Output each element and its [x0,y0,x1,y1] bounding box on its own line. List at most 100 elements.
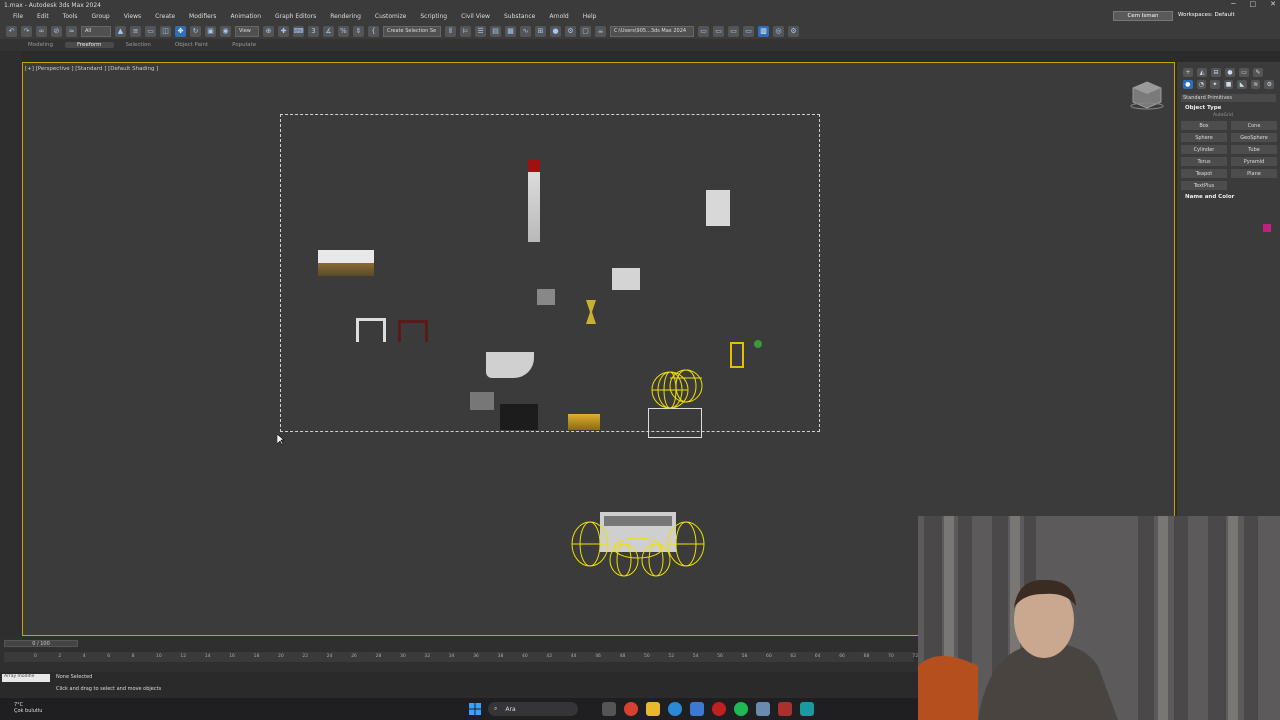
close-button[interactable]: ✕ [1270,0,1276,8]
pivot-center-icon[interactable]: ⊕ [263,25,274,37]
name-and-color-rollout[interactable]: Name and Color [1181,194,1276,200]
select-by-name-icon[interactable]: ≡ [130,25,141,37]
hierarchy-tab-icon[interactable]: ⊟ [1211,68,1221,77]
display-tab-icon[interactable]: ▭ [1239,68,1249,77]
menu-customize[interactable]: Customize [368,13,414,20]
percent-snap-icon[interactable]: % [338,25,349,37]
scene-object-gold-block[interactable] [568,414,600,430]
app-gear-icon[interactable] [778,702,792,716]
scene-object-tall-panel[interactable] [528,160,540,242]
scene-object-red-cap[interactable] [528,160,540,172]
scene-object-grey-box[interactable] [537,289,555,305]
select-scale-icon[interactable]: ▣ [205,25,216,37]
ribbon-tab-selection[interactable]: Selection [114,42,163,48]
select-move-icon[interactable]: ✥ [175,25,186,37]
select-rotate-icon[interactable]: ↻ [190,25,201,37]
autogrid-checkbox[interactable]: AutoGrid [1213,113,1280,118]
geometry-icon[interactable]: ● [1183,80,1193,89]
menu-tools[interactable]: Tools [56,13,85,20]
edge-icon[interactable] [668,702,682,716]
cylinder-button[interactable]: Cylinder [1181,145,1227,154]
mirror-icon[interactable]: ⫴ [445,25,456,37]
scene-object-frame-white[interactable] [356,318,386,342]
edit-named-selection-icon[interactable]: { [368,25,379,37]
scene-object-assembled-room[interactable] [570,508,706,580]
geosphere-button[interactable]: GeoSphere [1231,133,1277,142]
scene-object-grey-block[interactable] [470,392,494,410]
chrome-icon[interactable] [624,702,638,716]
scene-object-frame-red[interactable] [398,320,428,342]
select-place-icon[interactable]: ◉ [220,25,231,37]
minimize-button[interactable]: ─ [1231,0,1235,8]
layout-toggle-icon[interactable]: ▥ [758,25,769,37]
menu-arnold[interactable]: Arnold [542,13,575,20]
app-red-icon[interactable] [712,702,726,716]
material-editor-icon[interactable]: ● [550,25,561,37]
schematic-view-icon[interactable]: ⊞ [535,25,546,37]
curve-editor-icon[interactable]: ∿ [520,25,531,37]
menu-rendering[interactable]: Rendering [323,13,368,20]
windows-start-icon[interactable] [468,702,482,716]
menu-substance[interactable]: Substance [497,13,542,20]
scene-object-bench[interactable] [318,250,374,276]
menu-modifiers[interactable]: Modifiers [182,13,223,20]
project-path-dropdown[interactable]: C:\Users\905...3ds Max 2024 [610,25,694,37]
torus-button[interactable]: Torus [1181,157,1227,166]
plane-button[interactable]: Plane [1231,169,1277,178]
lights-icon[interactable]: ✦ [1210,80,1220,89]
window-crossing-icon[interactable]: ◫ [160,25,171,37]
ribbon-toggle-icon[interactable]: ▦ [505,25,516,37]
spinner-snap-icon[interactable]: ⇕ [353,25,364,37]
settings-icon[interactable]: ⚙ [788,25,799,37]
ribbon-tab-object-paint[interactable]: Object Paint [163,42,220,48]
render-setup-icon[interactable]: ⚙ [565,25,576,37]
track-bar[interactable] [4,652,914,662]
box-button[interactable]: Box [1181,121,1227,130]
keyboard-shortcut-icon[interactable]: ⌨ [293,25,304,37]
select-object-icon[interactable]: ▲ [115,25,126,37]
link-icon[interactable]: ∞ [36,25,47,37]
redo-icon[interactable]: ↷ [21,25,32,37]
scene-object-box-right[interactable] [706,190,730,226]
workspaces-selector[interactable]: Workspaces: Default [1178,12,1235,18]
scene-object-wire-box[interactable] [648,408,702,438]
motion-tab-icon[interactable]: ● [1225,68,1235,77]
render-icon[interactable]: ☕ [595,25,606,37]
snaps-toggle-icon[interactable]: 3 [308,25,319,37]
file-explorer-icon[interactable] [646,702,660,716]
selection-filter-dropdown[interactable]: All [81,25,111,37]
undo-icon[interactable]: ↶ [6,25,17,37]
rendered-frame-icon[interactable]: ▢ [580,25,591,37]
object-color-swatch[interactable] [1263,224,1271,232]
teapot-button[interactable]: Teapot [1181,169,1227,178]
systems-icon[interactable]: ⚙ [1264,80,1275,89]
sphere-button[interactable]: Sphere [1181,133,1227,142]
object-type-rollout[interactable]: Object Type [1181,105,1276,111]
app-pin-icon[interactable] [756,702,770,716]
menu-group[interactable]: Group [84,13,116,20]
menu-graph-editors[interactable]: Graph Editors [268,13,323,20]
time-slider[interactable]: 0 / 100 [4,640,78,647]
primitive-type-dropdown[interactable]: Standard Primitives [1181,94,1276,102]
scene-object-yellow-rack[interactable] [730,342,744,368]
maxscript-listener[interactable]: Array modifie [2,674,50,682]
bind-space-warp-icon[interactable]: ≈ [66,25,77,37]
select-manipulate-icon[interactable]: ✚ [278,25,289,37]
scene-object-black-block[interactable] [500,404,538,430]
menu-help[interactable]: Help [576,13,604,20]
ribbon-tab-populate[interactable]: Populate [220,42,268,48]
create-tab-icon[interactable]: + [1183,68,1193,77]
menu-create[interactable]: Create [148,13,182,20]
tube-button[interactable]: Tube [1231,145,1277,154]
menu-animation[interactable]: Animation [223,13,268,20]
helpers-icon[interactable]: ◣ [1237,80,1247,89]
store-icon[interactable] [690,702,704,716]
pyramid-button[interactable]: Pyramid [1231,157,1277,166]
open-icon[interactable]: ▭ [713,25,724,37]
create-selection-set-dropdown[interactable]: Create Selection Se [383,25,441,37]
weather-widget[interactable]: 7°C Çok bulutlu [14,702,42,714]
3ds-max-icon[interactable] [800,702,814,716]
taskbar-search[interactable]: ⌕ Ara [488,702,578,716]
user-account-button[interactable]: Cem Isman [1113,11,1173,21]
space-warps-icon[interactable]: ≋ [1250,80,1261,89]
